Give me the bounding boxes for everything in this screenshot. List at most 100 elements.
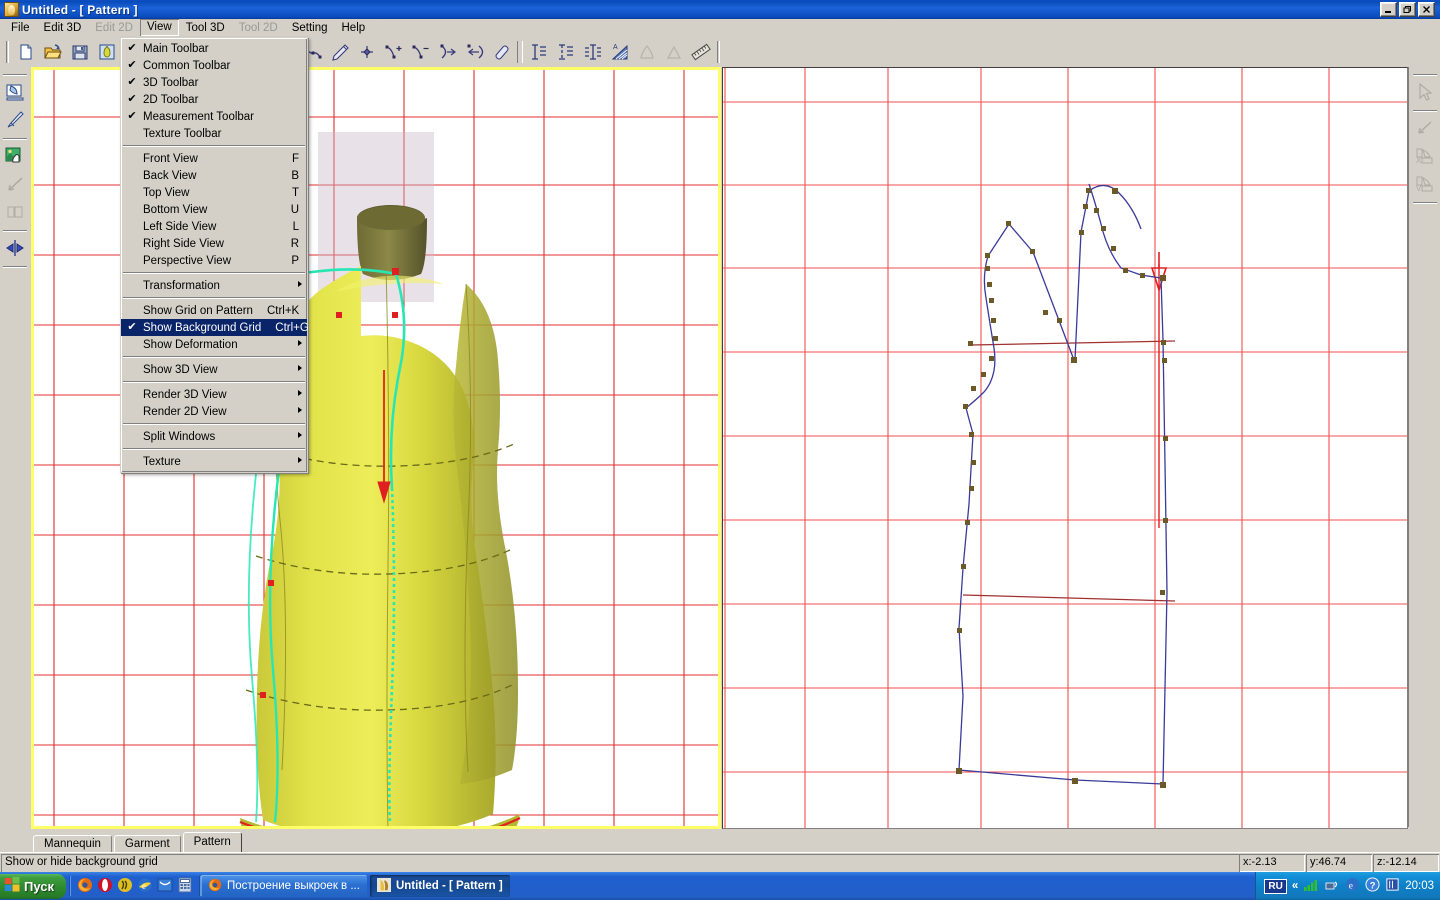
arrow-move-icon[interactable]	[1412, 115, 1438, 141]
pointer-arrow-icon[interactable]	[1412, 79, 1438, 105]
restore-button[interactable]	[1399, 2, 1416, 17]
menu-item-render-3d-view[interactable]: Render 3D View	[121, 386, 307, 403]
book-icon[interactable]	[1385, 877, 1400, 895]
menu-separator	[123, 297, 305, 299]
network-icon[interactable]	[1324, 878, 1340, 895]
eraser-icon[interactable]	[489, 40, 514, 64]
offset-out-icon[interactable]	[435, 40, 460, 64]
add-point-icon[interactable]	[381, 40, 406, 64]
shape-triangle-icon[interactable]	[634, 40, 659, 64]
taskbar-item-label: Untitled - [ Pattern ]	[396, 880, 503, 892]
remove-point-icon[interactable]	[408, 40, 433, 64]
tab-pattern[interactable]: Pattern	[183, 832, 242, 852]
status-coord-x: x:-2.13	[1239, 854, 1305, 872]
menu-item-back-view[interactable]: Back View B	[121, 167, 307, 184]
menu-item-show-grid-on-pattern[interactable]: Show Grid on Pattern Ctrl+K	[121, 302, 307, 319]
submenu-arrow-icon	[298, 407, 302, 413]
right-rail-sep-2	[1413, 202, 1437, 204]
help-icon[interactable]: ?	[1365, 877, 1380, 895]
menu-item-2d-toolbar[interactable]: ✔ 2D Toolbar	[121, 91, 307, 108]
menu-item-top-view[interactable]: Top View T	[121, 184, 307, 201]
mirror-icon[interactable]	[2, 235, 28, 261]
offset-in-icon[interactable]	[462, 40, 487, 64]
menu-item-front-view[interactable]: Front View F	[121, 150, 307, 167]
toolbar-separator-4	[517, 41, 523, 63]
paste-piece-icon[interactable]: V	[1412, 171, 1438, 197]
submenu-arrow-icon	[298, 457, 302, 463]
menu-item-main-toolbar[interactable]: ✔ Main Toolbar	[121, 40, 307, 57]
tab-garment[interactable]: Garment	[114, 835, 181, 852]
taskbar-clock[interactable]: 20:03	[1405, 880, 1434, 892]
menu-item-texture[interactable]: Texture	[121, 453, 307, 470]
outlook-icon[interactable]	[157, 877, 173, 896]
menu-item-show-3d-view[interactable]: Show 3D View	[121, 361, 307, 378]
mannequin-icon[interactable]	[94, 40, 119, 64]
menu-item-right-side-view[interactable]: Right Side View R	[121, 235, 307, 252]
opera-icon[interactable]	[97, 877, 113, 896]
menu-item-show-background-grid[interactable]: ✔ Show Background Grid Ctrl+G	[121, 319, 307, 336]
language-indicator[interactable]: RU	[1264, 879, 1286, 894]
calc-icon[interactable]	[177, 877, 193, 896]
menu-item-measurement-toolbar[interactable]: ✔ Measurement Toolbar	[121, 108, 307, 125]
new-document-icon[interactable]	[13, 40, 38, 64]
menu-item-common-toolbar[interactable]: ✔ Common Toolbar	[121, 57, 307, 74]
winamp-icon[interactable]	[117, 877, 133, 896]
menu-item-texture-toolbar[interactable]: Texture Toolbar	[121, 125, 307, 142]
texture-hand-icon[interactable]	[2, 143, 28, 169]
window-controls	[1380, 2, 1438, 17]
arrow-drag-icon[interactable]	[2, 171, 28, 197]
menu-item-accel: R	[277, 238, 303, 250]
left-rail-sep-3	[3, 266, 27, 268]
pencil-edit-icon[interactable]	[327, 40, 352, 64]
measure-vertical-icon[interactable]	[526, 40, 551, 64]
shape-triangle2-icon[interactable]	[661, 40, 686, 64]
measure-between-icon[interactable]	[580, 40, 605, 64]
menu-item-label: 2D Toolbar	[143, 94, 303, 106]
menu-item-label: Common Toolbar	[143, 60, 303, 72]
close-button[interactable]	[1418, 2, 1435, 17]
menu-setting[interactable]: Setting	[285, 20, 335, 37]
menu-item-split-windows[interactable]: Split Windows	[121, 428, 307, 445]
flatten-icon[interactable]	[2, 199, 28, 225]
signal-bars-icon[interactable]	[1303, 878, 1319, 895]
menu-item-perspective-view[interactable]: Perspective View P	[121, 252, 307, 269]
menu-help[interactable]: Help	[335, 20, 373, 37]
2d-pattern-view[interactable]	[722, 67, 1408, 829]
menu-edit-3d[interactable]: Edit 3D	[37, 20, 89, 37]
ruler-icon[interactable]	[688, 40, 713, 64]
save-disk-icon[interactable]	[67, 40, 92, 64]
start-button[interactable]: Пуск	[0, 874, 66, 899]
menu-separator	[123, 145, 305, 147]
menu-item-label: Perspective View	[143, 255, 277, 267]
menu-item-3d-toolbar[interactable]: ✔ 3D Toolbar	[121, 74, 307, 91]
minimize-button[interactable]	[1380, 2, 1397, 17]
menu-file[interactable]: File	[4, 20, 37, 37]
menu-item-left-side-view[interactable]: Left Side View L	[121, 218, 307, 235]
taskbar-item-label: Построение выкроек в ...	[227, 880, 360, 892]
ie-icon[interactable]: e	[137, 877, 153, 896]
menu-item-render-2d-view[interactable]: Render 2D View	[121, 403, 307, 420]
knife-cut-icon[interactable]	[2, 107, 28, 133]
tray-chevron-icon[interactable]: «	[1292, 880, 1298, 892]
firefox-icon[interactable]	[77, 877, 93, 896]
point-icon[interactable]	[354, 40, 379, 64]
view-dropdown-menu[interactable]: ✔ Main Toolbar ✔ Common Toolbar ✔ 3D Too…	[120, 37, 308, 473]
menu-item-transformation[interactable]: Transformation	[121, 277, 307, 294]
open-folder-icon[interactable]	[40, 40, 65, 64]
select-surface-icon[interactable]	[2, 79, 28, 105]
menu-item-bottom-view[interactable]: Bottom View U	[121, 201, 307, 218]
measure-dashed-icon[interactable]	[553, 40, 578, 64]
svg-text:X: X	[1416, 156, 1422, 165]
firefox-icon	[208, 878, 222, 895]
ie-update-icon[interactable]: e	[1345, 877, 1360, 895]
menu-view[interactable]: View	[140, 19, 179, 37]
cut-piece-icon[interactable]: X	[1412, 143, 1438, 169]
tab-mannequin[interactable]: Mannequin	[33, 835, 112, 852]
menu-item-show-deformation[interactable]: Show Deformation	[121, 336, 307, 353]
taskbar-item-browser[interactable]: Построение выкроек в ...	[201, 875, 367, 897]
menu-tool-3d[interactable]: Tool 3D	[179, 20, 232, 37]
svg-text:V: V	[1416, 184, 1422, 193]
taskbar-item-pattern-app[interactable]: Untitled - [ Pattern ]	[370, 875, 510, 897]
menu-item-label: Transformation	[143, 280, 303, 292]
measure-angle-icon[interactable]: A	[607, 40, 632, 64]
